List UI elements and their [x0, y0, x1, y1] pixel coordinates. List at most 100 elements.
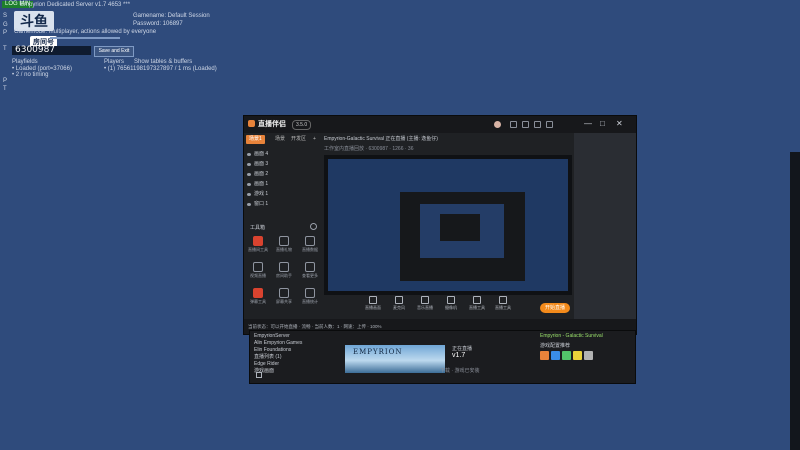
eye-icon[interactable] [247, 182, 251, 186]
side-letter: P [3, 78, 8, 84]
preview-subtitle: 工作室内直播回放 · 6300987 · 1266 · 36 [324, 146, 414, 152]
scene-item[interactable]: 画面 3 [247, 159, 319, 169]
game-meta: 正在直播 [452, 346, 473, 352]
app-titlebar: 直播伴侣 3.5.0 — □ ✕ [244, 116, 636, 133]
eye-icon[interactable] [247, 172, 251, 176]
game-library-window: EmpyrionServer Alin Empyrion Games Elin … [249, 330, 636, 384]
maximize-button[interactable]: □ [600, 119, 605, 128]
page-hint: 下载 · 游戏已安装 [440, 368, 480, 374]
scene-item[interactable]: 画面 1 [247, 179, 319, 189]
server-title: Empyrion Dedicated Server v1.7 4653 *** [20, 2, 131, 8]
eye-icon[interactable] [247, 152, 251, 156]
toolbox-label: 工具箱 [250, 225, 266, 231]
streamer-name[interactable]: Empyrion - Galactic Survival [540, 333, 603, 339]
stream-preview[interactable] [324, 155, 572, 295]
tool-item[interactable]: 房间助手 [272, 262, 296, 279]
screen-share-icon [279, 288, 289, 298]
side-letter: T [3, 86, 7, 92]
eye-icon[interactable] [247, 192, 251, 196]
video-icon [253, 262, 263, 272]
toolbar-item[interactable]: 麦克风 [388, 296, 410, 311]
banner-text: EMPYRION [353, 348, 403, 356]
playfields-label: Playfields [12, 59, 38, 65]
tile[interactable] [573, 351, 582, 360]
speaker-icon [499, 296, 507, 304]
start-live-button[interactable]: 开始直播 [540, 303, 570, 313]
tile[interactable] [584, 351, 593, 360]
danmaku-icon [253, 288, 263, 298]
mic-icon [395, 296, 403, 304]
close-button[interactable]: ✕ [616, 119, 623, 128]
password-text: Password: 106897 [133, 21, 183, 27]
tab-scene[interactable]: 场景 [272, 135, 288, 144]
toolbar-item[interactable]: 直播工具 [466, 296, 488, 311]
playfield-entry: • 2 / no timing [12, 72, 49, 78]
game-banner[interactable]: EMPYRION [345, 345, 445, 373]
save-and-exit-button[interactable]: Save and Exit [94, 46, 134, 57]
toolbar-item[interactable]: 直播画面 [362, 296, 384, 311]
bottom-toolbar: 直播画面 麦克风 音乐直播 摄像机 直播工具 直播工具 [324, 296, 572, 316]
version-badge: 3.5.0 [292, 120, 312, 130]
screen-icon [369, 296, 377, 304]
list-item[interactable]: 直播列表 (1) [254, 354, 338, 361]
menu-icon[interactable] [546, 121, 553, 128]
tool-icon [473, 296, 481, 304]
preview-title: Empyrion-Galactic Survival 正在直播 (主播: 逸鱼仔… [324, 136, 438, 142]
more-icon [305, 262, 315, 272]
list-item[interactable]: Alin Empyrion Games [254, 340, 338, 347]
side-letter: S [3, 13, 8, 19]
streaming-app-window: 直播伴侣 3.5.0 — □ ✕ 场景1 场景 开发区 + 画面 4 画面 3 … [243, 115, 637, 335]
library-list: EmpyrionServer Alin Empyrion Games Elin … [254, 333, 338, 375]
list-item[interactable]: Edge Rider [254, 361, 338, 368]
tool-item[interactable]: 查看更多 [298, 262, 322, 279]
scene-item[interactable]: 游戏 1 [247, 189, 319, 199]
toolbar-item[interactable]: 直播工具 [492, 296, 514, 311]
nested-desktop [420, 204, 504, 258]
scene-item[interactable]: 窗口 1 [247, 199, 319, 209]
list-item[interactable]: EmpyrionServer [254, 333, 338, 340]
tool-item[interactable]: 直播统计 [298, 288, 322, 305]
tool-item[interactable]: 直播数据 [298, 236, 322, 253]
settings-icon[interactable] [522, 121, 529, 128]
list-item[interactable]: Elin Foundations [254, 347, 338, 354]
toolbar-item[interactable]: 摄像机 [440, 296, 462, 311]
preview-desktop [328, 159, 568, 291]
nested-app-window-2 [440, 214, 480, 241]
tool-item[interactable]: 直播礼物 [272, 236, 296, 253]
nested-app-window [400, 192, 525, 281]
camera-icon [447, 296, 455, 304]
tab-scene-1[interactable]: 场景1 [246, 135, 265, 144]
side-letter: T [3, 46, 7, 52]
show-tables-checkbox[interactable]: Show tables & buffers [134, 59, 192, 65]
toolbar-item[interactable]: 音乐直播 [414, 296, 436, 311]
gift-icon [279, 236, 289, 246]
list-item[interactable]: 游戏画面 [254, 368, 338, 375]
sidebar-toggle-icon[interactable] [256, 372, 262, 378]
tool-item[interactable]: 直播间工具 [246, 236, 270, 253]
message-icon[interactable] [534, 121, 541, 128]
gift-icon[interactable] [510, 121, 517, 128]
scene-item[interactable]: 画面 4 [247, 149, 319, 159]
eye-icon[interactable] [247, 202, 251, 206]
dedicated-server-overlay: LOG MIN Empyrion Dedicated Server v1.7 4… [0, 0, 217, 95]
tile[interactable] [540, 351, 549, 360]
eye-icon[interactable] [247, 162, 251, 166]
gamemode-text: Gamemode: multiplayer, actions allowed b… [14, 29, 157, 35]
gamename-text: Gamename: Default Session [133, 13, 210, 19]
minimize-button[interactable]: — [584, 119, 592, 128]
avatar[interactable] [494, 121, 501, 128]
tool-item[interactable]: 视频直播 [246, 262, 270, 279]
tool-item[interactable]: 弹幕工具 [246, 288, 270, 305]
tile[interactable] [562, 351, 571, 360]
room-number-field[interactable]: 6300987 [12, 46, 91, 55]
right-panel [574, 133, 636, 319]
douyu-logo: 斗鱼 [14, 11, 54, 31]
tile[interactable] [551, 351, 560, 360]
tab-dev[interactable]: 开发区 [288, 135, 309, 144]
scene-item[interactable]: 画面 2 [247, 169, 319, 179]
add-tab-button[interactable]: + [310, 135, 319, 144]
side-window [790, 152, 800, 450]
tool-item[interactable]: 屏幕共享 [272, 288, 296, 305]
side-letter: P [3, 30, 8, 36]
gear-icon[interactable] [310, 223, 317, 230]
